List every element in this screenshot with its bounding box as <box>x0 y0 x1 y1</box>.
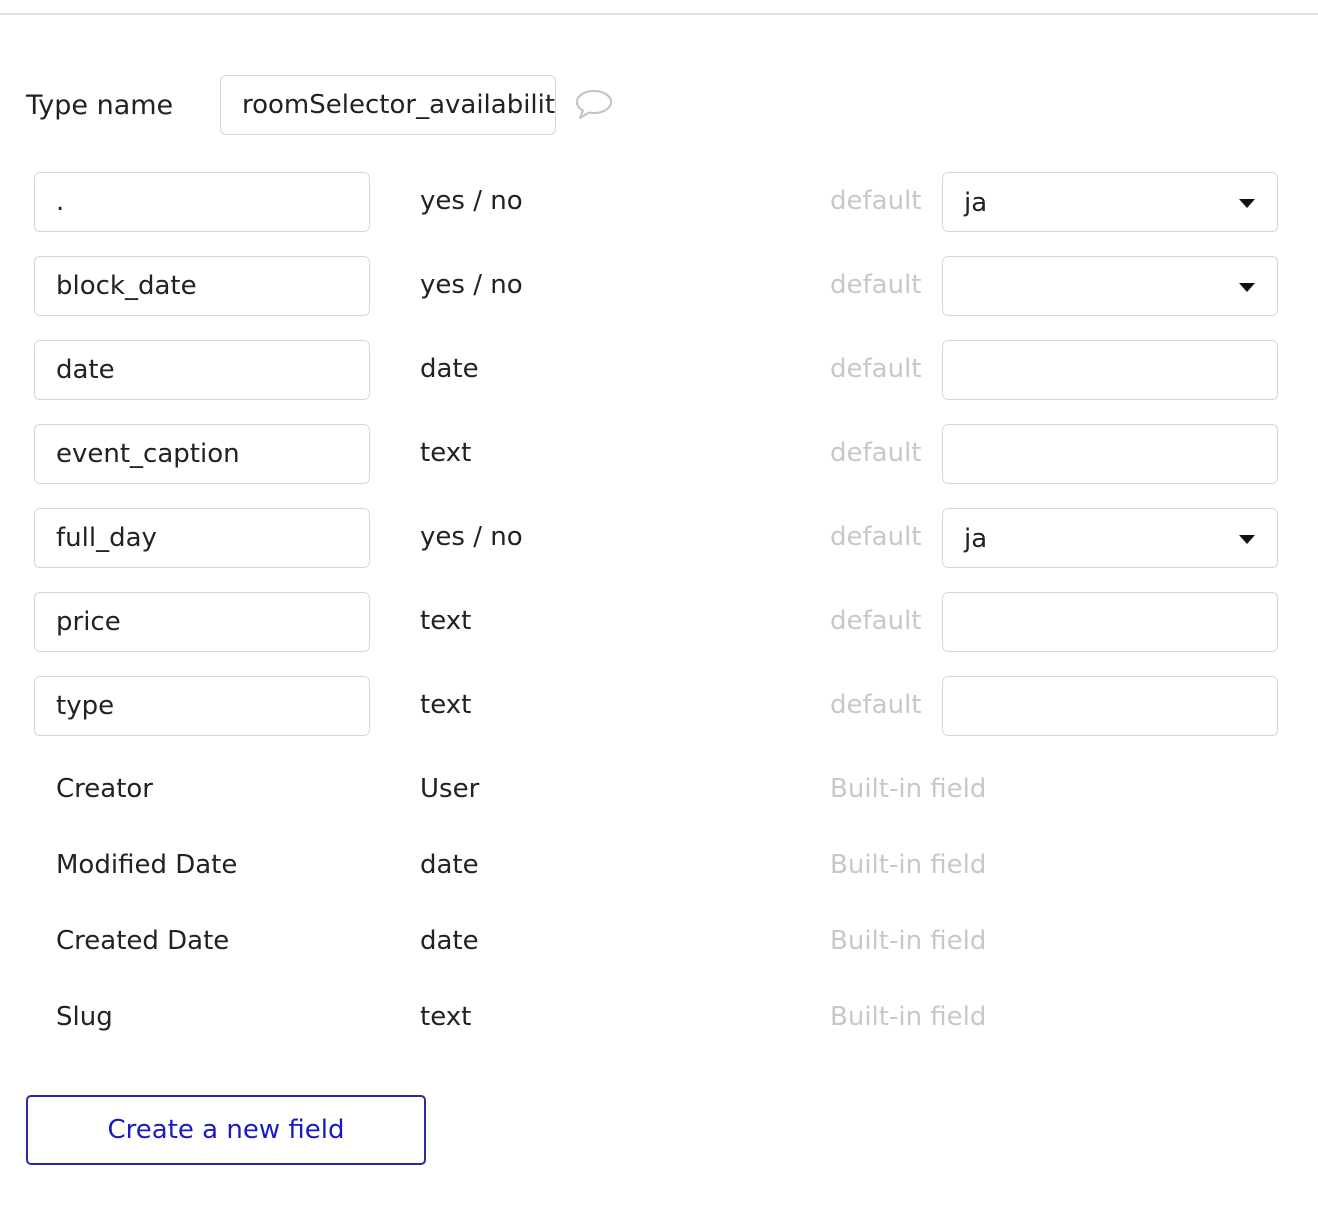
field-row: text default <box>0 676 1318 736</box>
default-label: default <box>830 186 922 216</box>
builtin-field-row: Creator User Built-in field <box>0 772 1318 812</box>
builtin-field-row: Slug text Built-in field <box>0 1000 1318 1040</box>
field-row: yes / no default ja <box>0 172 1318 232</box>
default-selected-value: ja <box>964 524 988 554</box>
builtin-field-type: text <box>420 1002 472 1032</box>
builtin-field-note: Built-in field <box>830 926 987 956</box>
default-label: default <box>830 354 922 384</box>
field-name-input[interactable] <box>34 592 370 652</box>
field-row: text default <box>0 424 1318 484</box>
builtin-field-note: Built-in field <box>830 850 987 880</box>
builtin-field-name: Creator <box>56 774 153 804</box>
comment-icon[interactable] <box>574 88 614 122</box>
default-value-box <box>942 424 1278 484</box>
default-value-box <box>942 340 1278 400</box>
field-name-input[interactable] <box>34 340 370 400</box>
field-type: text <box>420 690 472 720</box>
default-value-input[interactable] <box>943 341 1277 399</box>
top-divider <box>0 13 1318 15</box>
default-label: default <box>830 690 922 720</box>
default-value-input[interactable] <box>943 593 1277 651</box>
field-row: date default <box>0 340 1318 400</box>
builtin-field-note: Built-in field <box>830 774 987 804</box>
create-new-field-button[interactable]: Create a new field <box>26 1095 426 1165</box>
type-name-input[interactable] <box>220 75 556 135</box>
field-name-input[interactable] <box>34 676 370 736</box>
default-selected-value: ja <box>964 188 988 218</box>
builtin-field-name: Created Date <box>56 926 230 956</box>
default-value-box <box>942 592 1278 652</box>
field-name-input[interactable] <box>34 508 370 568</box>
builtin-field-type: date <box>420 926 479 956</box>
field-type: date <box>420 354 479 384</box>
field-name-input[interactable] <box>34 256 370 316</box>
builtin-field-row: Created Date date Built-in field <box>0 924 1318 964</box>
field-type: text <box>420 438 472 468</box>
builtin-field-type: date <box>420 850 479 880</box>
field-row: yes / no default <box>0 256 1318 316</box>
builtin-field-row: Modified Date date Built-in field <box>0 848 1318 888</box>
type-name-label: Type name <box>26 90 174 121</box>
field-type: yes / no <box>420 522 523 552</box>
default-label: default <box>830 606 922 636</box>
builtin-field-name: Slug <box>56 1002 113 1032</box>
field-type: yes / no <box>420 186 523 216</box>
default-value-select[interactable] <box>942 256 1278 316</box>
default-label: default <box>830 438 922 468</box>
default-label: default <box>830 522 922 552</box>
chevron-down-icon <box>1239 199 1255 208</box>
field-name-input[interactable] <box>34 424 370 484</box>
default-value-input[interactable] <box>943 425 1277 483</box>
builtin-field-note: Built-in field <box>830 1002 987 1032</box>
field-type: text <box>420 606 472 636</box>
builtin-field-type: User <box>420 774 480 804</box>
default-value-box <box>942 676 1278 736</box>
field-row: yes / no default ja <box>0 508 1318 568</box>
default-value-select[interactable]: ja <box>942 508 1278 568</box>
field-row: text default <box>0 592 1318 652</box>
field-type: yes / no <box>420 270 523 300</box>
default-value-select[interactable]: ja <box>942 172 1278 232</box>
default-value-input[interactable] <box>943 677 1277 735</box>
field-name-input[interactable] <box>34 172 370 232</box>
chevron-down-icon <box>1239 283 1255 292</box>
default-label: default <box>830 270 922 300</box>
chevron-down-icon <box>1239 535 1255 544</box>
builtin-field-name: Modified Date <box>56 850 238 880</box>
